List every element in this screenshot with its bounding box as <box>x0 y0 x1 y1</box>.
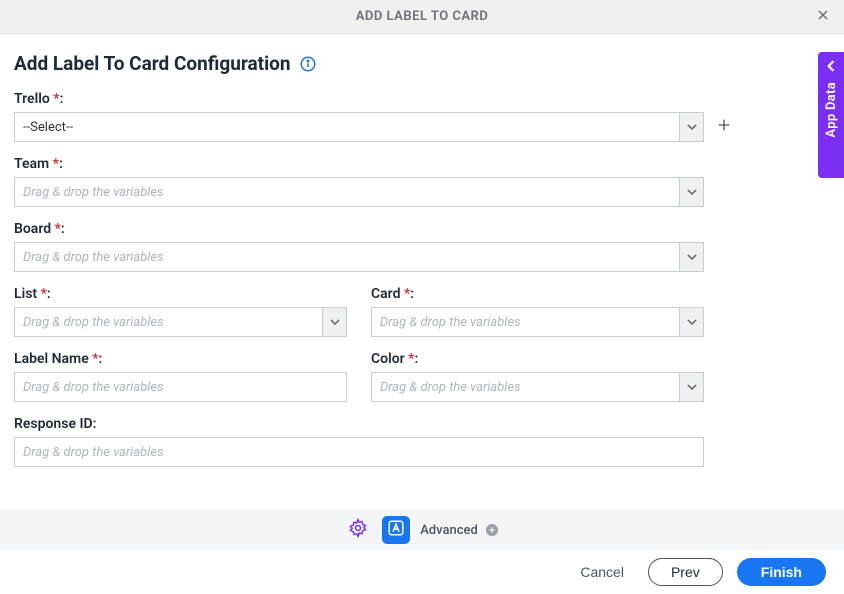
list-select[interactable]: Drag & drop the variables <box>14 307 347 337</box>
team-select[interactable]: Drag & drop the variables <box>14 177 704 207</box>
label-response-id: Response ID: <box>14 416 704 432</box>
trello-select-value: --Select-- <box>15 120 679 135</box>
chevron-down-icon <box>322 308 346 336</box>
color-placeholder: Drag & drop the variables <box>372 380 679 395</box>
chevron-left-icon <box>825 60 837 82</box>
label-trello: Trello *: <box>14 91 830 107</box>
chevron-down-icon <box>679 178 703 206</box>
label-list: List *: <box>14 286 347 302</box>
advanced-toggle[interactable]: Advanced <box>420 522 500 538</box>
field-label-name: Label Name *: Drag & drop the variables <box>14 351 347 402</box>
page-title: Add Label To Card Configuration <box>14 52 291 75</box>
modal-header: ADD LABEL TO CARD <box>0 0 844 34</box>
response-id-placeholder: Drag & drop the variables <box>15 445 703 460</box>
color-select[interactable]: Drag & drop the variables <box>371 372 704 402</box>
action-bar: Cancel Prev Finish <box>0 550 844 594</box>
content-area: Add Label To Card Configuration Trello *… <box>0 34 844 467</box>
page-title-row: Add Label To Card Configuration <box>14 52 830 75</box>
board-select[interactable]: Drag & drop the variables <box>14 242 704 272</box>
plus-icon <box>716 117 732 137</box>
field-list: List *: Drag & drop the variables <box>14 286 347 337</box>
cancel-button[interactable]: Cancel <box>570 558 634 586</box>
label-team: Team *: <box>14 156 830 172</box>
finish-button[interactable]: Finish <box>737 558 826 586</box>
field-trello: Trello *: --Select-- <box>14 91 830 142</box>
chevron-down-icon <box>679 308 703 336</box>
app-data-label: App Data <box>824 82 839 138</box>
prev-button[interactable]: Prev <box>648 558 723 586</box>
field-response-id: Response ID: Drag & drop the variables <box>14 416 704 467</box>
chevron-down-icon <box>679 373 703 401</box>
label-color: Color *: <box>371 351 704 367</box>
label-name-input[interactable]: Drag & drop the variables <box>14 372 347 402</box>
label-label-name: Label Name *: <box>14 351 347 367</box>
settings-button[interactable] <box>344 516 372 544</box>
chevron-down-icon <box>679 243 703 271</box>
field-board: Board *: Drag & drop the variables <box>14 221 830 272</box>
letter-a-icon <box>387 519 405 541</box>
chevron-down-icon <box>679 113 703 141</box>
label-board: Board *: <box>14 221 830 237</box>
close-icon <box>815 7 831 27</box>
advanced-label: Advanced <box>420 523 478 538</box>
card-placeholder: Drag & drop the variables <box>372 315 679 330</box>
label-name-placeholder: Drag & drop the variables <box>15 380 346 395</box>
app-data-tab[interactable]: App Data <box>818 52 844 178</box>
add-connection-button[interactable] <box>714 117 734 137</box>
footer-toolbar: Advanced <box>0 510 844 550</box>
trello-select[interactable]: --Select-- <box>14 112 704 142</box>
card-select[interactable]: Drag & drop the variables <box>371 307 704 337</box>
label-card: Card *: <box>371 286 704 302</box>
plus-circle-icon <box>484 522 500 538</box>
list-placeholder: Drag & drop the variables <box>15 315 322 330</box>
close-button[interactable] <box>812 6 834 28</box>
field-card: Card *: Drag & drop the variables <box>371 286 704 337</box>
board-placeholder: Drag & drop the variables <box>15 250 679 265</box>
gear-icon <box>348 518 368 542</box>
info-icon[interactable] <box>299 55 317 73</box>
field-team: Team *: Drag & drop the variables <box>14 156 830 207</box>
team-placeholder: Drag & drop the variables <box>15 185 679 200</box>
mode-toggle-button[interactable] <box>382 516 410 544</box>
response-id-input[interactable]: Drag & drop the variables <box>14 437 704 467</box>
field-color: Color *: Drag & drop the variables <box>371 351 704 402</box>
modal-title: ADD LABEL TO CARD <box>356 9 489 24</box>
